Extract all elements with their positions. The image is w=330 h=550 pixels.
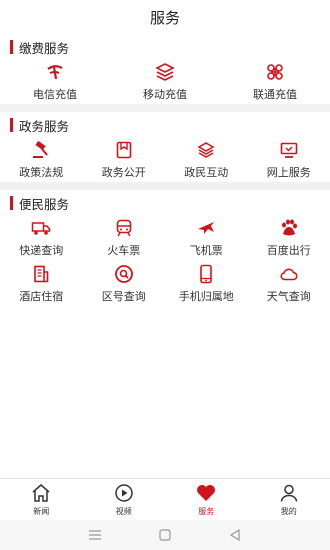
accent-bar bbox=[10, 118, 13, 132]
accent-bar bbox=[10, 40, 13, 54]
tab-label: 视频 bbox=[115, 506, 132, 516]
bottom-tabbar: 新闻 视频 服务 我的 bbox=[0, 478, 330, 520]
home-icon bbox=[30, 483, 52, 503]
service-label: 快递查询 bbox=[19, 244, 64, 257]
service-item-policy[interactable]: 政策法规 bbox=[0, 136, 83, 182]
tab-label: 新闻 bbox=[33, 506, 50, 516]
bookmark-icon bbox=[114, 140, 134, 160]
section-header: 便民服务 bbox=[0, 192, 330, 214]
baidu-paw-icon bbox=[279, 218, 299, 238]
heart-icon bbox=[195, 483, 217, 503]
service-label: 网上服务 bbox=[266, 166, 311, 179]
service-label: 火车票 bbox=[107, 244, 141, 257]
tab-video[interactable]: 视频 bbox=[83, 479, 166, 520]
service-grid: 快递查询 火车票 飞机票 百度出行 酒店住宿 区号查询 手机归属地 天气查询 bbox=[0, 214, 330, 306]
airplane-icon bbox=[196, 218, 216, 238]
service-item-area-code[interactable]: 区号查询 bbox=[83, 260, 166, 306]
service-label: 百度出行 bbox=[266, 244, 311, 257]
service-item-weather[interactable]: 天气查询 bbox=[248, 260, 330, 306]
section-header: 缴费服务 bbox=[0, 36, 330, 58]
section-title: 政务服务 bbox=[19, 118, 70, 134]
service-label: 联通充值 bbox=[253, 88, 297, 101]
service-label: 政务公开 bbox=[101, 166, 146, 179]
service-label: 手机归属地 bbox=[178, 290, 234, 303]
train-icon bbox=[114, 218, 134, 238]
back-triangle-icon[interactable] bbox=[224, 527, 246, 543]
service-label: 飞机票 bbox=[189, 244, 223, 257]
system-nav-bar bbox=[0, 520, 330, 550]
service-item-express[interactable]: 快递查询 bbox=[0, 214, 83, 260]
menu-icon[interactable] bbox=[84, 527, 106, 543]
service-grid: 电信充值 移动充值 联通充值 bbox=[0, 58, 330, 104]
search-circle-icon bbox=[114, 264, 134, 284]
tab-label: 服务 bbox=[198, 506, 215, 516]
service-item-unicom[interactable]: 联通充值 bbox=[220, 58, 330, 104]
service-label: 酒店住宿 bbox=[19, 290, 64, 303]
unicom-icon bbox=[265, 62, 285, 82]
tab-label: 我的 bbox=[280, 506, 297, 516]
section-divider bbox=[0, 104, 330, 112]
section-title: 便民服务 bbox=[19, 196, 70, 212]
section-payment: 缴费服务 电信充值 移动充值 联通充值 bbox=[0, 36, 330, 104]
telecom-icon bbox=[45, 62, 65, 82]
section-convenience: 便民服务 快递查询 火车票 飞机票 百度出行 酒店住宿 区号查询 手机归属地 天… bbox=[0, 192, 330, 306]
truck-icon bbox=[31, 218, 51, 238]
app-header: 服务 bbox=[0, 0, 330, 34]
tab-service[interactable]: 服务 bbox=[165, 479, 248, 520]
service-item-public-affairs[interactable]: 政务公开 bbox=[83, 136, 166, 182]
service-item-interaction[interactable]: 政民互动 bbox=[165, 136, 248, 182]
section-title: 缴费服务 bbox=[19, 40, 70, 56]
service-label: 政民互动 bbox=[184, 166, 229, 179]
mobile-icon bbox=[155, 62, 175, 82]
page-title: 服务 bbox=[149, 8, 180, 27]
tab-mine[interactable]: 我的 bbox=[248, 479, 330, 520]
service-label: 区号查询 bbox=[101, 290, 146, 303]
layers-icon bbox=[196, 140, 216, 160]
phone-icon bbox=[196, 264, 216, 284]
monitor-icon bbox=[279, 140, 299, 160]
play-icon bbox=[113, 483, 135, 503]
tab-news[interactable]: 新闻 bbox=[0, 479, 83, 520]
accent-bar bbox=[10, 196, 13, 210]
service-label: 政策法规 bbox=[19, 166, 64, 179]
hotel-icon bbox=[31, 264, 51, 284]
service-item-hotel[interactable]: 酒店住宿 bbox=[0, 260, 83, 306]
section-government: 政务服务 政策法规 政务公开 政民互动 网上服务 bbox=[0, 114, 330, 182]
cloud-icon bbox=[279, 264, 299, 284]
section-header: 政务服务 bbox=[0, 114, 330, 136]
service-item-baidu[interactable]: 百度出行 bbox=[248, 214, 330, 260]
gavel-icon bbox=[31, 140, 51, 160]
user-icon bbox=[278, 483, 300, 503]
service-item-telecom[interactable]: 电信充值 bbox=[0, 58, 110, 104]
service-label: 电信充值 bbox=[33, 88, 77, 101]
service-item-phone-location[interactable]: 手机归属地 bbox=[165, 260, 248, 306]
service-item-mobile[interactable]: 移动充值 bbox=[110, 58, 220, 104]
service-item-train[interactable]: 火车票 bbox=[83, 214, 166, 260]
service-item-online[interactable]: 网上服务 bbox=[248, 136, 330, 182]
service-label: 移动充值 bbox=[143, 88, 187, 101]
service-item-flight[interactable]: 飞机票 bbox=[165, 214, 248, 260]
service-grid: 政策法规 政务公开 政民互动 网上服务 bbox=[0, 136, 330, 182]
service-label: 天气查询 bbox=[266, 290, 311, 303]
home-square-icon[interactable] bbox=[154, 527, 176, 543]
section-divider bbox=[0, 182, 330, 190]
